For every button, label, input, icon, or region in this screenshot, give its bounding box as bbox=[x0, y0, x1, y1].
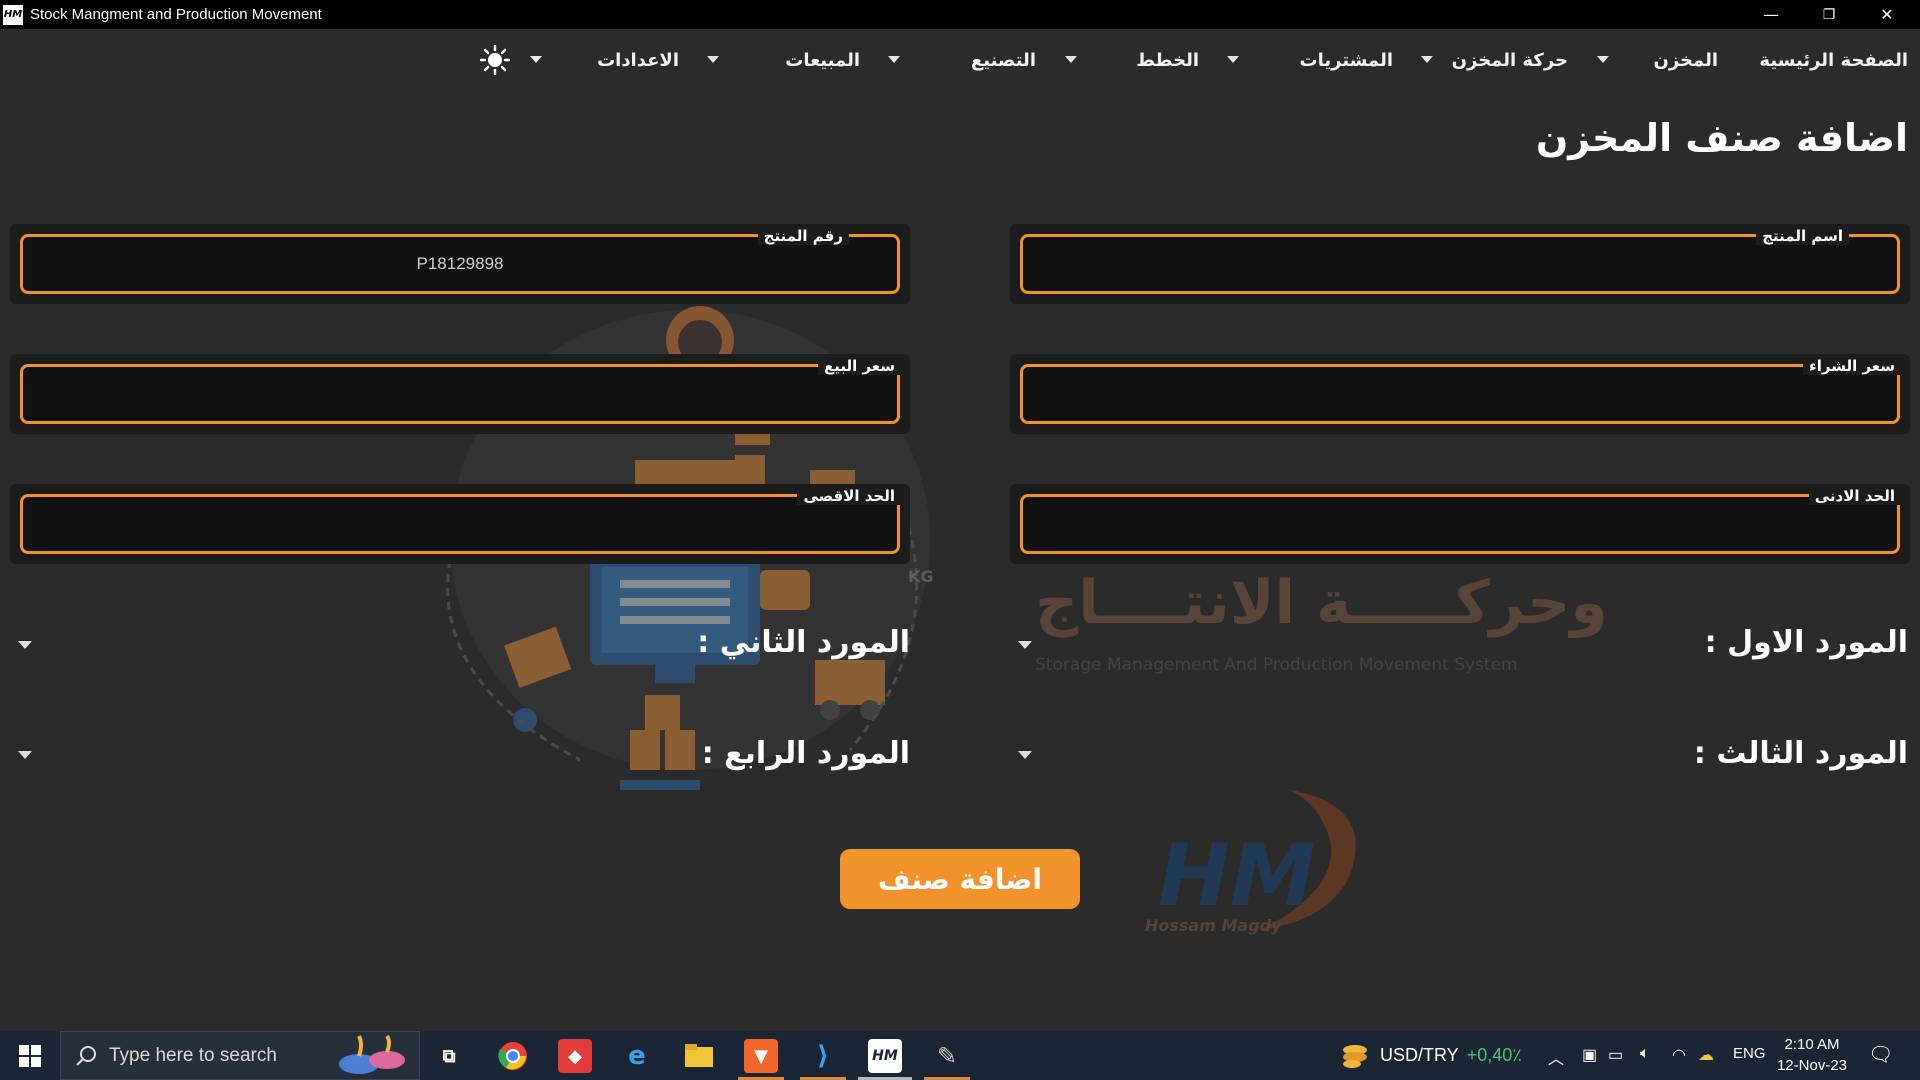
min-limit-input-frame[interactable]: الحد الادنى bbox=[1020, 487, 1901, 554]
product-number-field: رقم المنتج P18129898 bbox=[10, 224, 910, 304]
chevron-down-icon[interactable] bbox=[707, 56, 719, 63]
add-item-button[interactable]: اضافة صنف bbox=[840, 849, 1080, 909]
search-icon bbox=[76, 1046, 96, 1066]
taskbar: Type here to search ⧉ ◆ e ▼ ⟩ HM ✎ USD/T… bbox=[0, 1031, 1920, 1080]
menu-bar: الصفحة الرئيسية المخزن حركة المخزن المشت… bbox=[0, 29, 1920, 89]
min-limit-field: الحد الادنى bbox=[1010, 484, 1910, 564]
menu-item-settings[interactable]: الاعدادات bbox=[597, 47, 679, 73]
supplier-2-dropdown-icon[interactable] bbox=[18, 641, 32, 649]
purchase-price-field: سعر الشراء bbox=[1010, 354, 1910, 434]
product-number-label: رقم المنتج bbox=[757, 227, 849, 245]
clock-date: 12-Nov-23 bbox=[1776, 1057, 1848, 1074]
ticker-change: +0,40٪ bbox=[1466, 1045, 1522, 1065]
menu-item-purchases[interactable]: المشتريات bbox=[1300, 47, 1393, 73]
stock-app-icon[interactable]: HM bbox=[868, 1039, 902, 1073]
currency-ticker[interactable]: USD/TRY +0,40٪ bbox=[1380, 1045, 1522, 1066]
volume-icon[interactable]: 🔈︎ bbox=[1640, 1045, 1650, 1063]
menu-item-sales[interactable]: المبيعات bbox=[785, 47, 860, 73]
meet-now-icon[interactable]: ▣ bbox=[1582, 1045, 1597, 1065]
product-number-input-frame[interactable]: رقم المنتج P18129898 bbox=[20, 227, 900, 294]
git-app-icon[interactable]: ◆ bbox=[558, 1039, 592, 1073]
app-icon: HM bbox=[3, 4, 23, 25]
notification-icon[interactable]: 🗨︎ bbox=[1868, 1042, 1893, 1067]
product-name-field: اسم المنتج bbox=[1010, 224, 1910, 304]
ticker-symbol: USD/TRY bbox=[1380, 1045, 1459, 1065]
chrome-icon[interactable] bbox=[496, 1039, 530, 1073]
supplier-4-label: المورد الرابع : bbox=[701, 736, 910, 771]
language-indicator[interactable]: ENG bbox=[1733, 1045, 1766, 1062]
product-name-label: اسم المنتج bbox=[1756, 227, 1849, 245]
chevron-down-icon[interactable] bbox=[1597, 56, 1609, 63]
edge-icon[interactable]: e bbox=[620, 1039, 654, 1073]
chevron-down-icon[interactable] bbox=[1065, 56, 1077, 63]
search-highlight-icon bbox=[339, 1034, 405, 1074]
close-button[interactable]: ✕ bbox=[1858, 0, 1916, 29]
sale-price-label: سعر البيع bbox=[817, 357, 901, 375]
supplier-1-dropdown-icon[interactable] bbox=[1018, 641, 1032, 649]
file-explorer-icon[interactable] bbox=[682, 1039, 716, 1073]
chevron-down-icon[interactable] bbox=[1227, 56, 1239, 63]
brave-icon[interactable]: ▼ bbox=[744, 1039, 778, 1073]
clock[interactable]: 2:10 AM 12-Nov-23 bbox=[1770, 1034, 1854, 1076]
task-view-icon[interactable]: ⧉ bbox=[432, 1039, 466, 1073]
hm-logo-subtitle: Hossam Magdy bbox=[1145, 916, 1282, 935]
menu-item-manufacturing[interactable]: التصنيع bbox=[971, 47, 1036, 73]
hm-logo-text: HM bbox=[1158, 826, 1316, 926]
coins-icon bbox=[1343, 1045, 1367, 1068]
supplier-2-label: المورد الثاني : bbox=[697, 625, 910, 660]
sale-price-input-frame[interactable]: سعر البيع bbox=[20, 357, 901, 424]
vscode-icon[interactable]: ⟩ bbox=[806, 1039, 840, 1073]
supplier-1-label: المورد الاول : bbox=[1704, 625, 1908, 660]
supplier-4-dropdown-icon[interactable] bbox=[18, 751, 32, 759]
max-limit-label: الحد الاقصى bbox=[797, 487, 901, 505]
watermark-english-text: Storage Management And Production Moveme… bbox=[1035, 655, 1518, 675]
windows-start-button[interactable] bbox=[0, 1031, 60, 1080]
minimize-button[interactable]: — bbox=[1742, 0, 1800, 29]
window-title: Stock Mangment and Production Movement bbox=[30, 6, 322, 23]
supplier-3-dropdown-icon[interactable] bbox=[1018, 751, 1032, 759]
min-limit-label: الحد الادنى bbox=[1808, 487, 1901, 505]
search-placeholder: Type here to search bbox=[109, 1044, 277, 1066]
menu-item-home[interactable]: الصفحة الرئيسية bbox=[1759, 47, 1908, 73]
clock-time: 2:10 AM bbox=[1784, 1036, 1840, 1053]
paint-app-icon[interactable]: ✎ bbox=[930, 1039, 964, 1073]
sun-icon[interactable] bbox=[480, 45, 510, 75]
kg-label: KG bbox=[908, 567, 934, 586]
menu-item-plans[interactable]: الخطط bbox=[1136, 47, 1199, 73]
product-name-input-frame[interactable]: اسم المنتج bbox=[1020, 227, 1900, 294]
taskbar-search[interactable]: Type here to search bbox=[60, 1031, 420, 1080]
battery-icon[interactable]: ▭ bbox=[1608, 1045, 1623, 1065]
purchase-price-input-frame[interactable]: سعر الشراء bbox=[1020, 357, 1901, 424]
max-limit-field: الحد الاقصى bbox=[10, 484, 910, 564]
chevron-down-icon[interactable] bbox=[888, 56, 900, 63]
chevron-down-icon[interactable] bbox=[530, 56, 542, 63]
show-hidden-icons[interactable]: ︿ bbox=[1548, 1045, 1564, 1069]
purchase-price-label: سعر الشراء bbox=[1803, 357, 1901, 375]
restore-button[interactable]: ❐ bbox=[1800, 0, 1858, 29]
menu-item-warehouse[interactable]: المخزن bbox=[1653, 47, 1718, 73]
supplier-3-label: المورد الثالث : bbox=[1693, 736, 1908, 771]
network-icon[interactable]: ◠ bbox=[1672, 1045, 1686, 1065]
weather-icon[interactable]: ☁︎ bbox=[1698, 1045, 1714, 1065]
chevron-down-icon[interactable] bbox=[1421, 56, 1433, 63]
product-number-input[interactable]: P18129898 bbox=[23, 254, 897, 274]
menu-item-warehouse-movement[interactable]: حركة المخزن bbox=[1452, 47, 1568, 73]
title-bar: HM Stock Mangment and Production Movemen… bbox=[0, 0, 1920, 29]
windows-icon bbox=[19, 1044, 41, 1067]
sale-price-field: سعر البيع bbox=[10, 354, 910, 434]
page-title: اضافة صنف المخزن bbox=[1535, 116, 1908, 160]
max-limit-input-frame[interactable]: الحد الاقصى bbox=[20, 487, 901, 554]
watermark-arabic-text: وحركـــــة الانتــــاج bbox=[1035, 568, 1608, 638]
